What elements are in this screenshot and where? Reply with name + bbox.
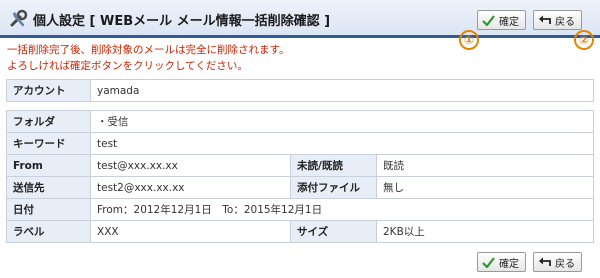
confirm-button-label: 確定 bbox=[499, 16, 519, 28]
from-value: test@xxx.xx.xx bbox=[90, 154, 291, 177]
date-value: From：2012年12月1日 To：2015年12月1日 bbox=[90, 198, 594, 221]
tools-icon bbox=[10, 9, 28, 27]
annotation-marker-1: ① bbox=[459, 30, 479, 50]
search-conditions-table: フォルダ ・受信 キーワード test From test@xxx.xx.xx … bbox=[6, 110, 594, 243]
account-value: yamada bbox=[90, 79, 594, 102]
table-row: 日付 From：2012年12月1日 To：2015年12月1日 bbox=[6, 198, 594, 221]
delete-notice: 一括削除完了後、削除対象のメールは完全に削除されます。 よろしければ確定ボタンを… bbox=[7, 42, 289, 74]
keyword-label: キーワード bbox=[6, 132, 91, 155]
table-row: ラベル XXX サイズ 2KB以上 bbox=[6, 220, 594, 243]
keyword-value: test bbox=[90, 132, 594, 155]
back-button-top[interactable]: 戻る bbox=[533, 10, 582, 30]
check-icon bbox=[482, 256, 495, 268]
folder-label: フォルダ bbox=[6, 110, 91, 133]
folder-value: ・受信 bbox=[90, 110, 594, 133]
back-button-bottom[interactable]: 戻る bbox=[533, 252, 582, 272]
date-label: 日付 bbox=[6, 198, 91, 221]
confirm-button-top[interactable]: 確定 bbox=[477, 10, 526, 30]
account-label: アカウント bbox=[6, 79, 91, 102]
annotation-marker-2: ② bbox=[574, 30, 594, 50]
back-button-label: 戻る bbox=[555, 258, 575, 270]
confirm-button-bottom[interactable]: 確定 bbox=[477, 252, 526, 272]
notice-line-2: よろしければ確定ボタンをクリックしてください。 bbox=[7, 60, 248, 72]
notice-line-1: 一括削除完了後、削除対象のメールは完全に削除されます。 bbox=[7, 44, 290, 56]
from-label: From bbox=[6, 154, 91, 177]
to-label: 送信先 bbox=[6, 176, 91, 199]
back-arrow-icon bbox=[539, 257, 551, 266]
account-table: アカウント yamada bbox=[6, 79, 594, 102]
table-row: 送信先 test2@xxx.xx.xx 添付ファイル 無し bbox=[6, 176, 594, 199]
attachment-label: 添付ファイル bbox=[290, 176, 377, 199]
table-row: キーワード test bbox=[6, 132, 594, 155]
attachment-value: 無し bbox=[376, 176, 594, 199]
read-status-label: 未読/既読 bbox=[290, 154, 377, 177]
label-field-label: ラベル bbox=[6, 220, 91, 243]
back-button-label: 戻る bbox=[555, 16, 575, 28]
label-field-value: XXX bbox=[90, 220, 291, 243]
page-title: 個人設定 [ WEBメール メール情報一括削除確認 ] bbox=[33, 14, 331, 29]
table-row: アカウント yamada bbox=[6, 79, 594, 102]
check-icon bbox=[482, 14, 495, 26]
confirm-button-label: 確定 bbox=[499, 258, 519, 270]
size-value: 2KB以上 bbox=[376, 220, 594, 243]
read-status-value: 既読 bbox=[376, 154, 594, 177]
size-label: サイズ bbox=[290, 220, 377, 243]
to-value: test2@xxx.xx.xx bbox=[90, 176, 291, 199]
back-arrow-icon bbox=[539, 15, 551, 24]
table-row: From test@xxx.xx.xx 未読/既読 既読 bbox=[6, 154, 594, 177]
table-row: フォルダ ・受信 bbox=[6, 110, 594, 133]
